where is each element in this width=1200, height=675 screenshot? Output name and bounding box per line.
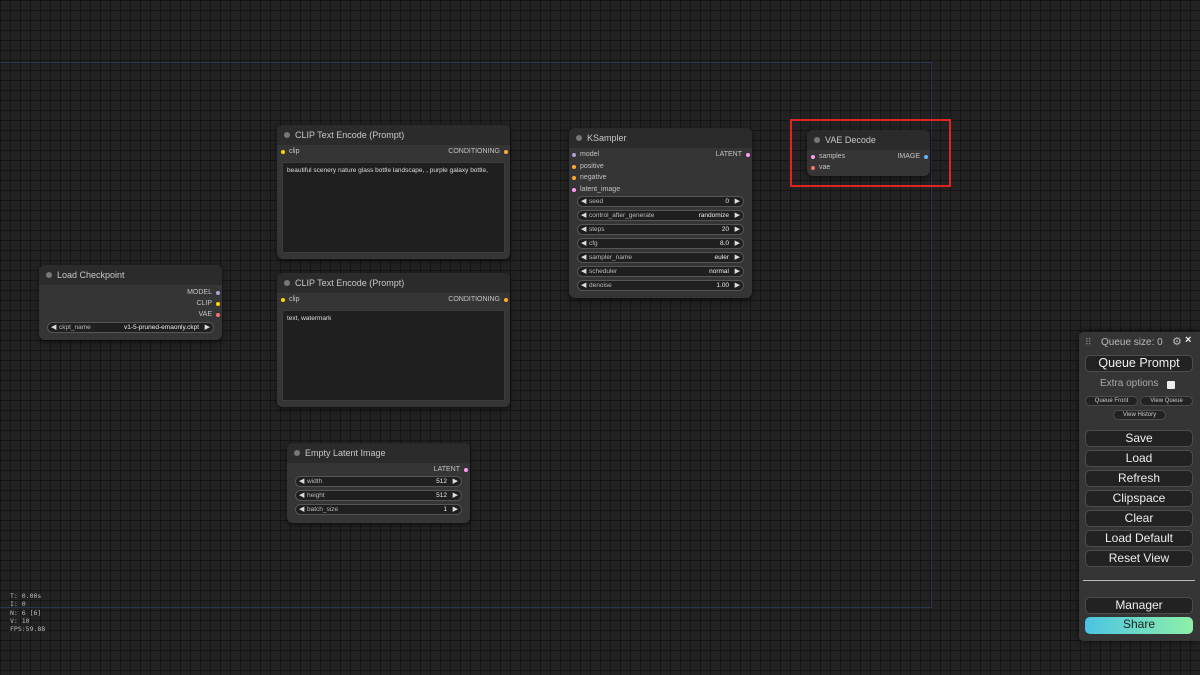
clear-button[interactable]: Clear <box>1085 510 1193 527</box>
height-widget[interactable]: ◀ height 512 ▶ <box>295 490 462 501</box>
steps-widget[interactable]: ◀ steps 20 ▶ <box>577 224 744 235</box>
arrow-left-icon[interactable]: ◀ <box>299 477 304 486</box>
output-slot-conditioning[interactable]: CONDITIONING <box>448 295 508 305</box>
output-slot-latent[interactable]: LATENT <box>434 465 468 475</box>
share-button[interactable]: Share <box>1085 617 1193 634</box>
node-load-checkpoint[interactable]: Load Checkpoint MODEL CLIP VAE ◀ ckpt_na… <box>39 265 222 340</box>
view-queue-button[interactable]: View Queue <box>1140 396 1193 406</box>
queue-size-label: Queue size: 0 <box>1101 337 1163 348</box>
output-slot-conditioning[interactable]: CONDITIONING <box>448 147 508 157</box>
output-slot-vae[interactable]: VAE <box>199 310 220 320</box>
output-slot-clip[interactable]: CLIP <box>196 299 220 309</box>
node-title[interactable]: CLIP Text Encode (Prompt) <box>277 125 510 145</box>
extra-options-label: Extra options <box>1100 378 1159 389</box>
seed-widget[interactable]: ◀ seed 0 ▶ <box>577 196 744 207</box>
load-button[interactable]: Load <box>1085 450 1193 467</box>
node-ksampler[interactable]: KSampler model positive negative latent_… <box>569 128 752 298</box>
batch-size-widget[interactable]: ◀ batch_size 1 ▶ <box>295 504 462 515</box>
cfg-widget[interactable]: ◀ cfg 8.0 ▶ <box>577 238 744 249</box>
control-after-generate-widget[interactable]: ◀ control_after_generate randomize ▶ <box>577 210 744 221</box>
scheduler-widget[interactable]: ◀ scheduler normal ▶ <box>577 266 744 277</box>
gear-icon[interactable]: ⚙ <box>1172 335 1182 348</box>
node-title[interactable]: KSampler <box>569 128 752 148</box>
output-slot-model[interactable]: MODEL <box>187 288 220 298</box>
arrow-left-icon[interactable]: ◀ <box>581 197 586 206</box>
width-widget[interactable]: ◀ width 512 ▶ <box>295 476 462 487</box>
refresh-button[interactable]: Refresh <box>1085 470 1193 487</box>
arrow-right-icon[interactable]: ▶ <box>453 477 458 486</box>
arrow-right-icon[interactable]: ▶ <box>205 323 210 332</box>
node-title[interactable]: CLIP Text Encode (Prompt) <box>277 273 510 293</box>
arrow-left-icon[interactable]: ◀ <box>299 491 304 500</box>
input-slot-negative[interactable]: negative <box>572 173 606 183</box>
node-clip-text-encode-positive[interactable]: CLIP Text Encode (Prompt) clip CONDITION… <box>277 125 510 259</box>
collapse-dot-icon[interactable] <box>294 450 300 456</box>
arrow-left-icon[interactable]: ◀ <box>581 239 586 248</box>
prompt-textarea[interactable]: text, watermark <box>282 310 505 401</box>
arrow-right-icon[interactable]: ▶ <box>453 491 458 500</box>
arrow-right-icon[interactable]: ▶ <box>735 197 740 206</box>
arrow-right-icon[interactable]: ▶ <box>735 239 740 248</box>
collapse-dot-icon[interactable] <box>284 132 290 138</box>
menu-divider <box>1083 580 1195 581</box>
save-button[interactable]: Save <box>1085 430 1193 447</box>
node-clip-text-encode-negative[interactable]: CLIP Text Encode (Prompt) clip CONDITION… <box>277 273 510 407</box>
node-title[interactable]: Empty Latent Image <box>287 443 470 463</box>
input-slot-model[interactable]: model <box>572 150 599 160</box>
arrow-left-icon[interactable]: ◀ <box>581 211 586 220</box>
close-icon[interactable]: × <box>1185 334 1191 346</box>
input-slot-latent-image[interactable]: latent_image <box>572 185 620 195</box>
manager-button[interactable]: Manager <box>1085 597 1193 614</box>
arrow-left-icon[interactable]: ◀ <box>581 267 586 276</box>
arrow-right-icon[interactable]: ▶ <box>735 211 740 220</box>
input-slot-positive[interactable]: positive <box>572 162 604 172</box>
collapse-dot-icon[interactable] <box>576 135 582 141</box>
denoise-widget[interactable]: ◀ denoise 1.00 ▶ <box>577 280 744 291</box>
view-history-button[interactable]: View History <box>1113 410 1166 420</box>
ckpt-name-combo[interactable]: ◀ ckpt_name v1-5-pruned-emaonly.ckpt ▶ <box>47 322 214 333</box>
queue-prompt-button[interactable]: Queue Prompt <box>1085 355 1193 372</box>
input-slot-clip[interactable]: clip <box>281 147 300 157</box>
collapse-dot-icon[interactable] <box>46 272 52 278</box>
arrow-left-icon[interactable]: ◀ <box>51 323 56 332</box>
arrow-left-icon[interactable]: ◀ <box>299 505 304 514</box>
arrow-left-icon[interactable]: ◀ <box>581 253 586 262</box>
arrow-left-icon[interactable]: ◀ <box>581 281 586 290</box>
drag-handle-icon[interactable]: ⠿ <box>1085 337 1092 348</box>
arrow-right-icon[interactable]: ▶ <box>735 253 740 262</box>
arrow-left-icon[interactable]: ◀ <box>581 225 586 234</box>
queue-front-button[interactable]: Queue Front <box>1085 396 1138 406</box>
load-default-button[interactable]: Load Default <box>1085 530 1193 547</box>
node-title[interactable]: Load Checkpoint <box>39 265 222 285</box>
input-slot-clip[interactable]: clip <box>281 295 300 305</box>
comfy-menu: ⠿ Queue size: 0 ⚙ × Queue Prompt Extra o… <box>1079 332 1200 641</box>
render-stats: T: 0.00s I: 0 N: 6 [6] V: 10 FPS:59.88 <box>10 592 46 634</box>
clipspace-button[interactable]: Clipspace <box>1085 490 1193 507</box>
arrow-right-icon[interactable]: ▶ <box>735 281 740 290</box>
prompt-textarea[interactable]: beautiful scenery nature glass bottle la… <box>282 162 505 253</box>
node-empty-latent-image[interactable]: Empty Latent Image LATENT ◀ width 512 ▶ … <box>287 443 470 523</box>
collapse-dot-icon[interactable] <box>284 280 290 286</box>
reset-view-button[interactable]: Reset View <box>1085 550 1193 567</box>
sampler-name-widget[interactable]: ◀ sampler_name euler ▶ <box>577 252 744 263</box>
arrow-right-icon[interactable]: ▶ <box>735 267 740 276</box>
arrow-right-icon[interactable]: ▶ <box>735 225 740 234</box>
output-slot-latent[interactable]: LATENT <box>716 150 750 160</box>
extra-options-checkbox[interactable] <box>1167 381 1175 389</box>
arrow-right-icon[interactable]: ▶ <box>453 505 458 514</box>
highlight-box <box>790 119 951 187</box>
